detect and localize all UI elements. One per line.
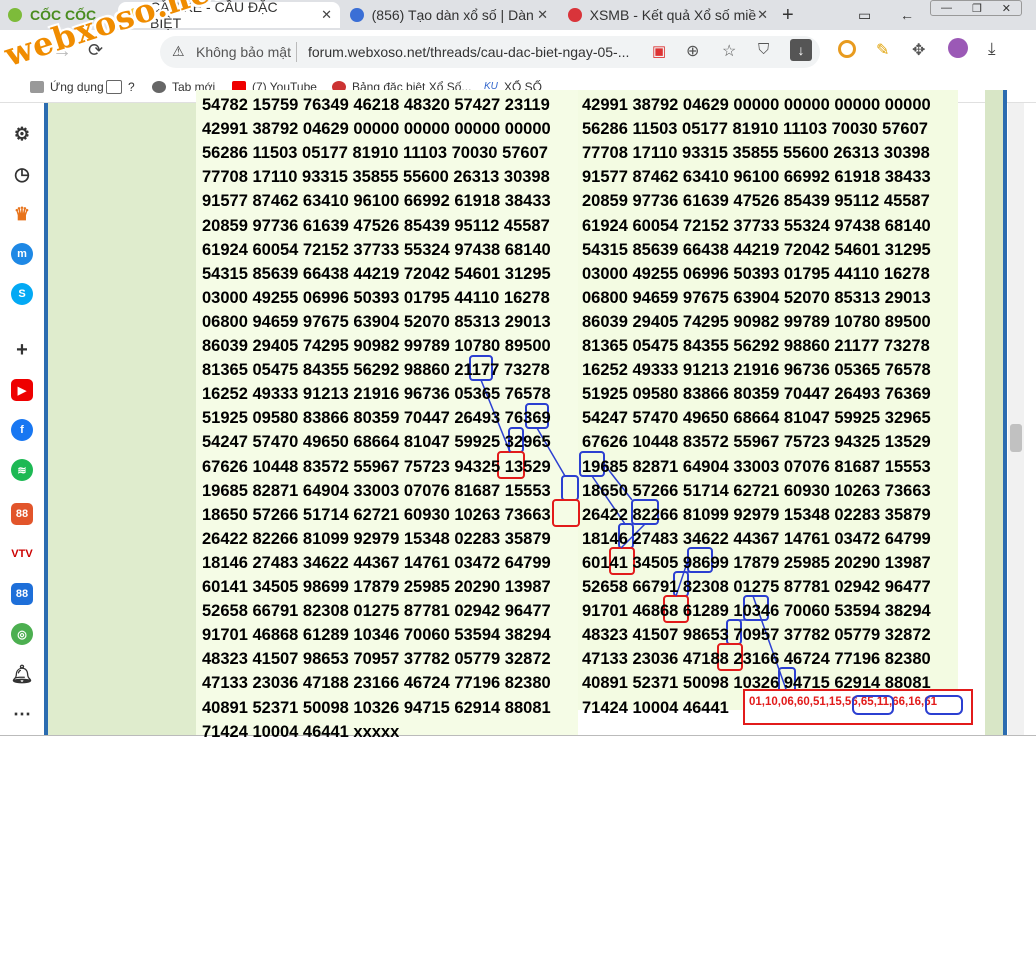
- number-row: 60141 34505 98699 17879 25985 20290 1398…: [202, 578, 551, 596]
- result-text: 01,10,06,60,51,15,56,65,11,66,16,61: [749, 696, 938, 708]
- number-row: 52658 66791 82308 01275 87781 02942 9647…: [582, 578, 931, 596]
- number-row: 19685 82871 64904 33003 07076 81687 1555…: [582, 457, 931, 476]
- number-row: 77708 17110 93315 35855 55600 26313 3039…: [582, 144, 930, 163]
- number-row: 67626 10448 83572 55967 75723 94325 1352…: [202, 457, 551, 476]
- number-row: 03000 49255 06996 50393 01795 44110 1627…: [582, 264, 930, 283]
- number-row: 16252 49333 91213 21916 96736 05365 7657…: [582, 361, 931, 380]
- page-bottom-blank: [0, 735, 1036, 953]
- number-row: 91701 46868 61289 10346 70060 53594 3829…: [202, 626, 551, 645]
- number-row: 16252 49333 91213 21916 96736 05365 7657…: [202, 385, 551, 404]
- number-row: 54247 57470 49650 68664 81047 59925 3296…: [582, 409, 931, 428]
- number-row: 40891 52371 50098 10326 94715 62914 8808…: [202, 698, 551, 717]
- number-row: 06800 94659 97675 63904 52070 85313 2901…: [202, 312, 551, 331]
- number-row: 20859 97736 61639 47526 85439 95112 4558…: [582, 192, 930, 211]
- number-row: 77708 17110 93315 35855 55600 26313 3039…: [202, 168, 550, 187]
- number-row: 71424 10004 46441: [582, 698, 729, 717]
- number-row: 86039 29405 74295 90982 99789 10780 8950…: [582, 312, 931, 331]
- number-row: 18650 57266 51714 62721 60930 10263 7366…: [582, 481, 931, 500]
- number-row: 91577 87462 63410 96100 66992 61918 3843…: [202, 192, 551, 211]
- number-row: 18146 27483 34622 44367 14761 03472 6479…: [582, 529, 931, 548]
- number-row: 71424 10004 46441 xxxxx: [202, 722, 400, 741]
- highlight-box-blue: [561, 475, 579, 501]
- number-row: 18650 57266 51714 62721 60930 10263 7366…: [202, 505, 551, 524]
- number-row: 91701 46868 61289 10346 70060 53594 3829…: [582, 602, 931, 621]
- number-row: 67626 10448 83572 55967 75723 94325 1352…: [582, 433, 931, 452]
- number-row: 06800 94659 97675 63904 52070 85313 2901…: [582, 288, 931, 307]
- number-row: 54247 57470 49650 68664 81047 59925 3296…: [202, 433, 551, 452]
- number-row: 48323 41507 98653 70957 37782 05779 3287…: [582, 626, 931, 645]
- number-row: 48323 41507 98653 70957 37782 05779 3287…: [202, 650, 551, 669]
- number-row: 42991 38792 04629 00000 00000 00000 0000…: [582, 96, 931, 114]
- number-row: 81365 05475 84355 56292 98860 21177 7327…: [582, 337, 930, 355]
- number-row: 86039 29405 74295 90982 99789 10780 8950…: [202, 337, 551, 355]
- number-row: 54315 85639 66438 44219 72042 54601 3129…: [582, 240, 931, 259]
- number-row: 54315 85639 66438 44219 72042 54601 3129…: [202, 264, 551, 283]
- number-row: 54782 15759 76349 46218 48320 57427 2311…: [202, 96, 550, 114]
- number-row: 56286 11503 05177 81910 11103 70030 5760…: [202, 144, 548, 163]
- number-row: 26422 82266 81099 92979 15348 02283 3587…: [202, 529, 551, 548]
- number-row: 61924 60054 72152 37733 55324 97438 6814…: [582, 216, 931, 235]
- number-row: 47133 23036 47188 23166 46724 77196 8238…: [202, 674, 551, 693]
- number-row: 51925 09580 83866 80359 70447 26493 7636…: [582, 385, 931, 404]
- number-row: 18146 27483 34622 44367 14761 03472 6479…: [202, 553, 551, 572]
- number-row: 81365 05475 84355 56292 98860 21177 7327…: [202, 361, 550, 380]
- number-row: 26422 82266 81099 92979 15348 02283 3587…: [582, 505, 931, 524]
- number-row: 51925 09580 83866 80359 70447 26493 7636…: [202, 409, 551, 428]
- number-row: 52658 66791 82308 01275 87781 02942 9647…: [202, 602, 551, 621]
- highlight-box-red: [552, 499, 580, 527]
- number-row: 42991 38792 04629 00000 00000 00000 0000…: [202, 120, 551, 139]
- number-row: 61924 60054 72152 37733 55324 97438 6814…: [202, 240, 551, 259]
- number-row: 60141 34505 98699 17879 25985 20290 1398…: [582, 553, 931, 572]
- number-row: 19685 82871 64904 33003 07076 81687 1555…: [202, 481, 551, 500]
- number-row: 40891 52371 50098 10326 94715 62914 8808…: [582, 674, 931, 693]
- number-row: 03000 49255 06996 50393 01795 44110 1627…: [202, 288, 550, 307]
- number-row: 47133 23036 47188 23166 46724 77196 8238…: [582, 650, 931, 669]
- number-row: 20859 97736 61639 47526 85439 95112 4558…: [202, 216, 550, 235]
- number-row: 56286 11503 05177 81910 11103 70030 5760…: [582, 120, 928, 139]
- number-row: 91577 87462 63410 96100 66992 61918 3843…: [582, 168, 931, 187]
